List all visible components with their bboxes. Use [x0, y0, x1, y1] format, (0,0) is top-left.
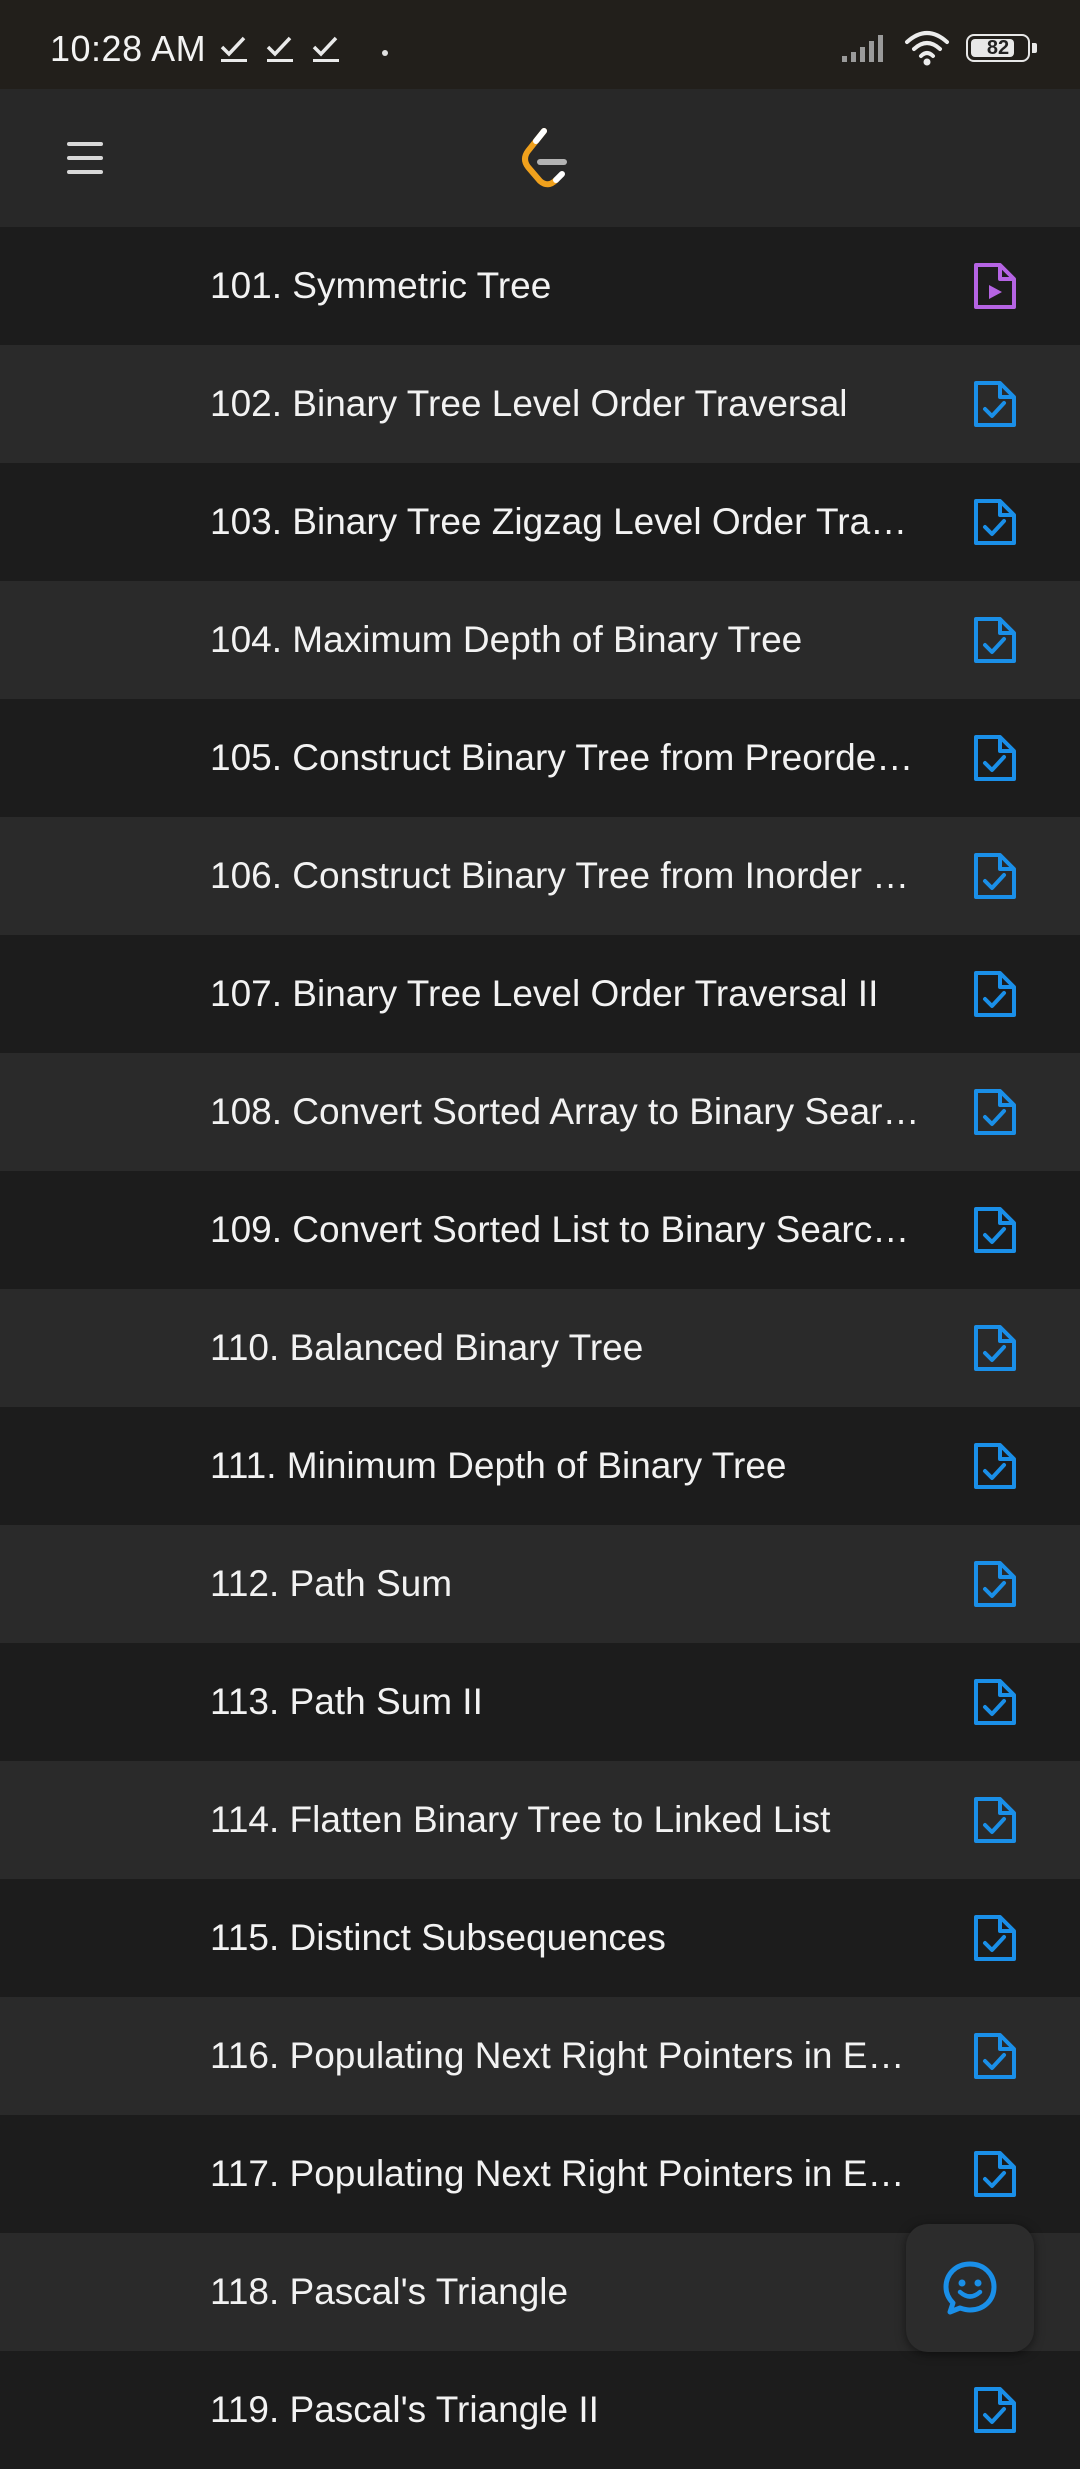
- status-bar: 10:28 AM 82: [0, 0, 1080, 89]
- problem-title: 103. Binary Tree Zigzag Level Order Trav…: [210, 501, 925, 542]
- hamburger-menu-icon[interactable]: [52, 127, 118, 189]
- problem-row[interactable]: 106. Construct Binary Tree from Inorder …: [0, 817, 1080, 935]
- problem-title: 109. Convert Sorted List to Binary Searc…: [210, 1209, 910, 1250]
- problem-title: 114. Flatten Binary Tree to Linked List: [210, 1799, 831, 1840]
- problem-row[interactable]: 115. Distinct Subsequences: [0, 1879, 1080, 1997]
- app-bar: [0, 89, 1080, 227]
- notification-icons: [218, 32, 342, 64]
- check-icon: [312, 36, 339, 62]
- problem-list: 101. Symmetric Tree 102. Binary Tree Leve…: [0, 227, 1080, 2469]
- problem-title: 102. Binary Tree Level Order Traversal: [210, 383, 848, 424]
- solution-doc-icon[interactable]: [972, 2031, 1018, 2081]
- problem-row[interactable]: 112. Path Sum: [0, 1525, 1080, 1643]
- problem-title: 110. Balanced Binary Tree: [210, 1327, 644, 1368]
- problem-row[interactable]: 119. Pascal's Triangle II: [0, 2351, 1080, 2469]
- solution-doc-icon[interactable]: [972, 1559, 1018, 1609]
- problem-title: 113. Path Sum II: [210, 1681, 483, 1722]
- problem-title: 119. Pascal's Triangle II: [210, 2389, 599, 2430]
- problem-title: 112. Path Sum: [210, 1563, 453, 1604]
- solution-doc-icon[interactable]: [972, 1795, 1018, 1845]
- problem-title: 101. Symmetric Tree: [210, 265, 552, 306]
- solution-doc-icon[interactable]: [972, 379, 1018, 429]
- chat-smiley-icon: [943, 2261, 997, 2315]
- solution-doc-icon[interactable]: [972, 615, 1018, 665]
- problem-title: 105. Construct Binary Tree from Preorde…: [210, 737, 914, 778]
- problem-title: 115. Distinct Subsequences: [210, 1917, 666, 1958]
- battery-icon: 82: [966, 34, 1037, 62]
- problem-row[interactable]: 104. Maximum Depth of Binary Tree: [0, 581, 1080, 699]
- problem-row[interactable]: 103. Binary Tree Zigzag Level Order Trav…: [0, 463, 1080, 581]
- problem-title: 118. Pascal's Triangle: [210, 2271, 569, 2312]
- solution-doc-icon[interactable]: [972, 1913, 1018, 1963]
- problem-row[interactable]: 102. Binary Tree Level Order Traversal: [0, 345, 1080, 463]
- problem-title: 106. Construct Binary Tree from Inorder …: [210, 855, 910, 896]
- problem-row[interactable]: 114. Flatten Binary Tree to Linked List: [0, 1761, 1080, 1879]
- notification-dot: [382, 50, 388, 56]
- problem-title: 104. Maximum Depth of Binary Tree: [210, 619, 803, 660]
- solution-doc-icon[interactable]: [972, 2385, 1018, 2435]
- chat-button[interactable]: [906, 2224, 1034, 2352]
- solution-doc-icon[interactable]: [972, 969, 1018, 1019]
- check-icon: [266, 36, 293, 62]
- solution-doc-icon[interactable]: [972, 497, 1018, 547]
- problem-title: 117. Populating Next Right Pointers in E…: [210, 2153, 905, 2194]
- solution-doc-icon[interactable]: [972, 733, 1018, 783]
- problem-title: 111. Minimum Depth of Binary Tree: [210, 1445, 787, 1486]
- problem-row[interactable]: 110. Balanced Binary Tree: [0, 1289, 1080, 1407]
- problem-row[interactable]: 117. Populating Next Right Pointers in E…: [0, 2115, 1080, 2233]
- solution-doc-icon[interactable]: [972, 2149, 1018, 2199]
- problem-title: 116. Populating Next Right Pointers in E…: [210, 2035, 905, 2076]
- problem-row[interactable]: 108. Convert Sorted Array to Binary Sear…: [0, 1053, 1080, 1171]
- video-solution-icon[interactable]: [972, 261, 1018, 311]
- problem-row[interactable]: 111. Minimum Depth of Binary Tree: [0, 1407, 1080, 1525]
- signal-icon: [842, 35, 883, 62]
- solution-doc-icon[interactable]: [972, 1205, 1018, 1255]
- problem-row[interactable]: 107. Binary Tree Level Order Traversal I…: [0, 935, 1080, 1053]
- solution-doc-icon[interactable]: [972, 1441, 1018, 1491]
- problem-title: 107. Binary Tree Level Order Traversal I…: [210, 973, 879, 1014]
- battery-label: 82: [986, 36, 1010, 59]
- status-time: 10:28 AM: [50, 28, 207, 69]
- solution-doc-icon[interactable]: [972, 851, 1018, 901]
- wifi-icon: [905, 31, 949, 66]
- problem-title: 108. Convert Sorted Array to Binary Sear…: [210, 1091, 920, 1132]
- check-icon: [220, 36, 247, 62]
- solution-doc-icon[interactable]: [972, 1323, 1018, 1373]
- leetcode-logo-icon[interactable]: [514, 125, 576, 191]
- problem-row[interactable]: 101. Symmetric Tree: [0, 227, 1080, 345]
- status-indicators: 82: [840, 30, 1037, 66]
- problem-row[interactable]: 116. Populating Next Right Pointers in E…: [0, 1997, 1080, 2115]
- solution-doc-icon[interactable]: [972, 1677, 1018, 1727]
- problem-row[interactable]: 113. Path Sum II: [0, 1643, 1080, 1761]
- problem-row[interactable]: 105. Construct Binary Tree from Preorde…: [0, 699, 1080, 817]
- solution-doc-icon[interactable]: [972, 1087, 1018, 1137]
- problem-row[interactable]: 109. Convert Sorted List to Binary Searc…: [0, 1171, 1080, 1289]
